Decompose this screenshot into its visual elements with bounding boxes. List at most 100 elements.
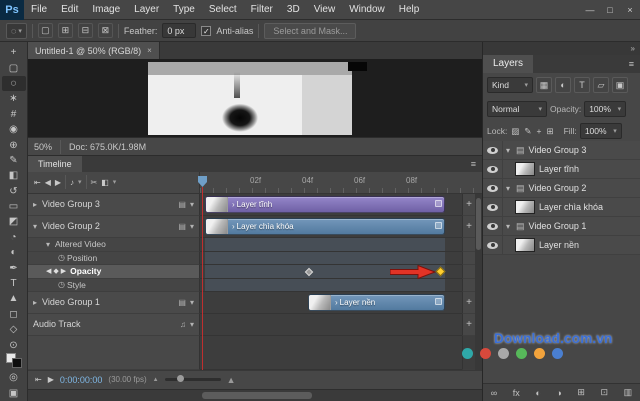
clone-stamp-tool[interactable]: ◧	[2, 168, 26, 183]
menu-select[interactable]: Select	[202, 0, 244, 20]
layer-row-layer-tinh[interactable]: Layer tĩnh	[483, 160, 640, 179]
current-tool-badge[interactable]: ◌ ▾	[6, 22, 27, 39]
blur-tool[interactable]: ◔	[2, 230, 26, 245]
timeline-zoom-slider[interactable]	[164, 375, 221, 383]
layer-mask-icon[interactable]: ◐	[535, 388, 540, 398]
menu-3d[interactable]: 3D	[280, 0, 307, 20]
timeline-ruler[interactable]: 02f 04f 06f 08f	[200, 172, 482, 193]
quick-selection-tool[interactable]: ∗	[2, 91, 26, 106]
layer-row-layer-chia-khoa[interactable]: Layer chìa khóa	[483, 198, 640, 217]
move-tool[interactable]: +	[2, 45, 26, 60]
history-brush-tool[interactable]: ↺	[2, 184, 26, 199]
visibility-eye-icon[interactable]	[483, 160, 503, 178]
shape-tool[interactable]: ◻	[2, 307, 26, 322]
track-options-dropdown-icon[interactable]: ▾	[190, 200, 194, 209]
filter-pixel-layers-icon[interactable]: ▦	[536, 77, 552, 93]
hand-tool[interactable]: ◇	[2, 322, 26, 337]
clip-disclosure-icon[interactable]: ›	[232, 200, 235, 209]
new-layer-icon[interactable]: ⊡	[601, 387, 609, 398]
timeline-horizontal-scrollbar[interactable]	[28, 389, 482, 401]
audio-dropdown-icon[interactable]: ▾	[78, 178, 82, 186]
visibility-eye-icon[interactable]	[483, 141, 503, 159]
attr-label-altered-video[interactable]: ▾ Altered Video	[28, 237, 200, 252]
layer-thumbnail[interactable]	[515, 162, 535, 176]
caret-right-icon[interactable]: ▸	[33, 200, 42, 209]
track-options-dropdown-icon[interactable]: ▾	[190, 222, 194, 231]
add-media-button[interactable]: +	[462, 291, 475, 314]
lock-position-icon[interactable]: +	[535, 126, 542, 136]
zoom-level-field[interactable]: 50%	[34, 142, 52, 152]
tab-timeline[interactable]: Timeline	[28, 156, 82, 172]
layer-thumbnail[interactable]	[515, 238, 535, 252]
menu-help[interactable]: Help	[392, 0, 427, 20]
go-to-first-frame-button[interactable]: ⇤	[35, 375, 42, 384]
background-color-swatch[interactable]	[11, 358, 22, 369]
quick-mask-icon[interactable]: ◎	[2, 370, 26, 385]
zoom-in-mountain-icon[interactable]: ▲	[227, 375, 236, 385]
layer-row-video-group-1[interactable]: ▾ ▤ Video Group 1	[483, 217, 640, 236]
menu-window[interactable]: Window	[342, 0, 392, 20]
adjustment-layer-icon[interactable]: ◑	[556, 388, 561, 398]
add-media-button[interactable]: +	[462, 215, 475, 238]
link-layers-icon[interactable]: ∞	[491, 388, 497, 398]
type-tool[interactable]: T	[2, 276, 26, 291]
menu-filter[interactable]: Filter	[244, 0, 280, 20]
clip-layer-chia-khoa[interactable]: › Layer chìa khóa	[205, 217, 445, 235]
previous-keyframe-icon[interactable]: ◀	[46, 267, 51, 275]
filter-smart-objects-icon[interactable]: ▣	[612, 77, 628, 93]
filter-type-layers-icon[interactable]: T	[574, 77, 590, 93]
layer-row-video-group-3[interactable]: ▾ ▤ Video Group 3	[483, 141, 640, 160]
lock-all-icon[interactable]: ⊞	[545, 126, 554, 137]
color-swatches[interactable]	[5, 352, 22, 369]
transition-dropdown-icon[interactable]: ▾	[113, 178, 117, 186]
menu-view[interactable]: View	[307, 0, 343, 20]
brush-tool[interactable]: ✎	[2, 153, 26, 168]
layer-row-video-group-2[interactable]: ▾ ▤ Video Group 2	[483, 179, 640, 198]
marquee-tool[interactable]: ▢	[2, 60, 26, 75]
audio-mute-icon[interactable]: ♪	[70, 178, 74, 187]
document-tab[interactable]: Untitled-1 @ 50% (RGB/8) ×	[28, 42, 160, 59]
add-keyframe-icon[interactable]: ◆	[53, 267, 58, 275]
clip-layer-nen[interactable]: › Layer nền	[308, 293, 445, 311]
blend-mode-select[interactable]: Normal ▾	[487, 101, 547, 117]
select-and-mask-button[interactable]: Select and Mask...	[264, 22, 357, 39]
minimize-button[interactable]: —	[580, 0, 600, 20]
track-options-dropdown-icon[interactable]: ▾	[190, 320, 194, 329]
visibility-eye-icon[interactable]	[483, 236, 503, 254]
caret-right-icon[interactable]: ▸	[33, 298, 42, 307]
caret-down-icon[interactable]: ▾	[506, 146, 516, 155]
opacity-select[interactable]: 100% ▾	[584, 101, 627, 117]
close-button[interactable]: ×	[620, 0, 640, 20]
clip-disclosure-icon[interactable]: ›	[335, 298, 338, 307]
add-audio-button[interactable]: +	[462, 313, 475, 336]
menu-edit[interactable]: Edit	[54, 0, 85, 20]
eraser-tool[interactable]: ▭	[2, 199, 26, 214]
go-to-first-frame-button[interactable]: ⇤	[34, 178, 41, 187]
menu-file[interactable]: File	[24, 0, 54, 20]
layer-row-layer-nen[interactable]: Layer nền	[483, 236, 640, 255]
menu-image[interactable]: Image	[85, 0, 127, 20]
collapse-panels-icon[interactable]: »	[631, 44, 635, 53]
screen-mode-icon[interactable]: ▣	[2, 386, 26, 401]
feather-input[interactable]: 0 px	[162, 23, 197, 38]
caret-down-icon[interactable]: ▾	[506, 184, 516, 193]
visibility-eye-icon[interactable]	[483, 179, 503, 197]
delete-layer-icon[interactable]: ▥	[624, 387, 633, 398]
caret-down-icon[interactable]: ▾	[33, 222, 42, 231]
timeline-panel-menu-icon[interactable]: ≡	[471, 159, 482, 169]
previous-frame-button[interactable]: ◀	[45, 178, 51, 187]
maximize-button[interactable]: □	[600, 0, 620, 20]
menu-type[interactable]: Type	[166, 0, 202, 20]
play-button[interactable]: ▶	[55, 178, 61, 187]
timeline-vertical-scrollbar[interactable]	[475, 193, 482, 370]
lock-pixels-icon[interactable]: ✎	[523, 126, 532, 137]
healing-brush-tool[interactable]: ⊕	[2, 137, 26, 152]
zoom-slider-thumb[interactable]	[176, 375, 184, 383]
caret-down-icon[interactable]: ▾	[46, 240, 55, 249]
group-layers-icon[interactable]: ⊞	[577, 387, 585, 398]
antialias-checkbox[interactable]: ✓	[201, 25, 212, 36]
subtract-from-selection-icon[interactable]: ⊟	[77, 23, 93, 38]
stopwatch-icon[interactable]: ◷	[58, 280, 67, 289]
kind-filter-select[interactable]: Kind ▾	[487, 77, 533, 93]
fill-select[interactable]: 100% ▾	[579, 123, 622, 139]
